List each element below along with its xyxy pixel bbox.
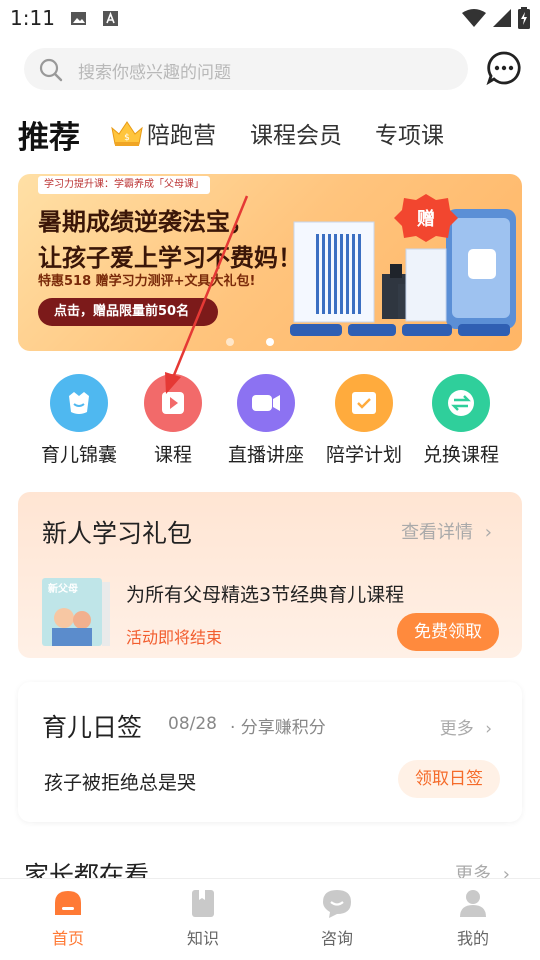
search-bar-row: 搜索你感兴趣的问题 xyxy=(0,38,540,100)
course-cover-text: 新父母 xyxy=(48,582,78,595)
video-play-icon xyxy=(144,374,202,432)
quick-link-label: 兑换课程 xyxy=(422,444,499,466)
search-icon xyxy=(39,58,63,82)
quick-link-study-plan[interactable]: 陪学计划 xyxy=(314,374,414,467)
home-content: 学习力提升课：学霸养成「父母课」 暑期成绩逆袭法宝， 让孩子爱上学习不费妈！ 特… xyxy=(0,162,540,890)
daily-sign-title: 育儿日签 xyxy=(42,713,143,742)
gift-description: 为所有父母精选3节经典育儿课程 xyxy=(126,584,405,606)
new-user-gift-card[interactable]: 新人学习礼包 查看详情 › 新父母 为所有父母精选3节经典育儿课程 活动即将结束… xyxy=(18,492,522,658)
image-icon xyxy=(71,12,86,25)
daily-sign-more-label: 更多 xyxy=(439,719,474,739)
tab-recommend[interactable]: 推荐 xyxy=(18,112,80,157)
quick-link-courses[interactable]: 课程 xyxy=(123,374,223,467)
pouch-icon xyxy=(50,374,108,432)
exchange-icon xyxy=(432,374,490,432)
quick-link-label: 课程 xyxy=(153,444,192,466)
banner-cta-button[interactable]: 点击，赠品限量前50名 xyxy=(38,298,218,326)
nav-label: 知识 xyxy=(186,929,219,948)
quick-link-redeem-courses[interactable]: 兑换课程 xyxy=(411,374,511,467)
quick-link-label: 直播讲座 xyxy=(227,444,304,466)
nav-consult[interactable]: 咨询 xyxy=(297,887,377,949)
course-cover-image: 新父母 xyxy=(42,578,110,646)
daily-sign-text: 孩子被拒绝总是哭 xyxy=(44,772,197,794)
banner-tag: 学习力提升课：学霸养成「父母课」 xyxy=(38,176,210,194)
daily-sign-date: 08/28 xyxy=(168,714,217,734)
daily-sign-share: · 分享赚积分 xyxy=(230,718,326,738)
tab-training-camp[interactable]: 陪跑营 xyxy=(147,116,216,150)
tab-course-membership[interactable]: 课程会员 xyxy=(250,116,342,150)
quick-link-live-lectures[interactable]: 直播讲座 xyxy=(216,374,316,467)
signal-icon xyxy=(493,9,511,27)
book-icon xyxy=(187,887,219,919)
nav-label: 咨询 xyxy=(320,929,353,948)
carousel-dot-active[interactable] xyxy=(266,338,274,346)
nav-profile[interactable]: 我的 xyxy=(433,887,513,949)
text-icon xyxy=(103,11,118,26)
quick-link-parenting-tips[interactable]: 育儿锦囊 xyxy=(29,374,129,467)
gift-notice: 活动即将结束 xyxy=(126,628,223,647)
nav-label: 首页 xyxy=(51,929,84,948)
tab-special-courses[interactable]: 专项课 xyxy=(375,116,444,150)
message-icon[interactable] xyxy=(486,50,522,86)
daily-sign-card[interactable]: 育儿日签 08/28 · 分享赚积分 更多 › 孩子被拒绝总是哭 领取日签 xyxy=(18,682,522,822)
quick-link-label: 陪学计划 xyxy=(325,444,402,466)
battery-icon xyxy=(518,7,530,29)
bottom-navigation: 首页 知识 咨询 我的 xyxy=(0,878,540,960)
gift-title: 新人学习礼包 xyxy=(42,519,193,548)
category-tabs: 推荐 $ 陪跑营 课程会员 专项课 xyxy=(0,100,540,162)
gift-details-label: 查看详情 xyxy=(401,522,474,543)
carousel-dot[interactable] xyxy=(226,338,234,346)
daily-sign-more-link[interactable]: 更多 › xyxy=(440,714,492,739)
nav-home[interactable]: 首页 xyxy=(28,887,108,949)
claim-free-button[interactable]: 免费领取 xyxy=(397,613,499,651)
promo-banner[interactable]: 学习力提升课：学霸养成「父母课」 暑期成绩逆袭法宝， 让孩子爱上学习不费妈！ 特… xyxy=(18,174,522,351)
chevron-right-icon: › xyxy=(485,719,492,739)
search-input[interactable]: 搜索你感兴趣的问题 xyxy=(24,48,468,90)
banner-headline-1: 暑期成绩逆袭法宝， xyxy=(38,208,254,236)
nav-knowledge[interactable]: 知识 xyxy=(163,887,243,949)
banner-headline-2: 让孩子爱上学习不费妈！ xyxy=(38,244,302,272)
stationery-products-image: 赠 xyxy=(290,194,516,336)
svg-text:$: $ xyxy=(124,133,130,143)
gift-badge: 赠 xyxy=(394,194,458,242)
crown-icon: $ xyxy=(111,121,143,146)
nav-label: 我的 xyxy=(456,929,489,948)
gift-details-link[interactable]: 查看详情 › xyxy=(401,518,492,544)
user-icon xyxy=(457,887,489,919)
status-bar: 1:11 xyxy=(0,0,540,38)
status-time: 1:11 xyxy=(10,6,55,30)
chat-bubble-icon xyxy=(321,887,353,919)
home-icon xyxy=(52,887,84,919)
quick-link-label: 育儿锦囊 xyxy=(40,444,117,466)
chevron-right-icon: › xyxy=(484,522,492,543)
quick-links: 育儿锦囊 课程 直播讲座 陪学计划 兑换课程 xyxy=(0,374,540,474)
wifi-icon xyxy=(462,9,486,27)
gift-badge-text: 赠 xyxy=(417,208,435,230)
get-daily-sign-button[interactable]: 领取日签 xyxy=(398,760,500,798)
search-placeholder: 搜索你感兴趣的问题 xyxy=(78,63,231,83)
calendar-check-icon xyxy=(335,374,393,432)
banner-subline: 特惠518 赠学习力测评+文具大礼包! xyxy=(38,274,256,289)
video-camera-icon xyxy=(237,374,295,432)
